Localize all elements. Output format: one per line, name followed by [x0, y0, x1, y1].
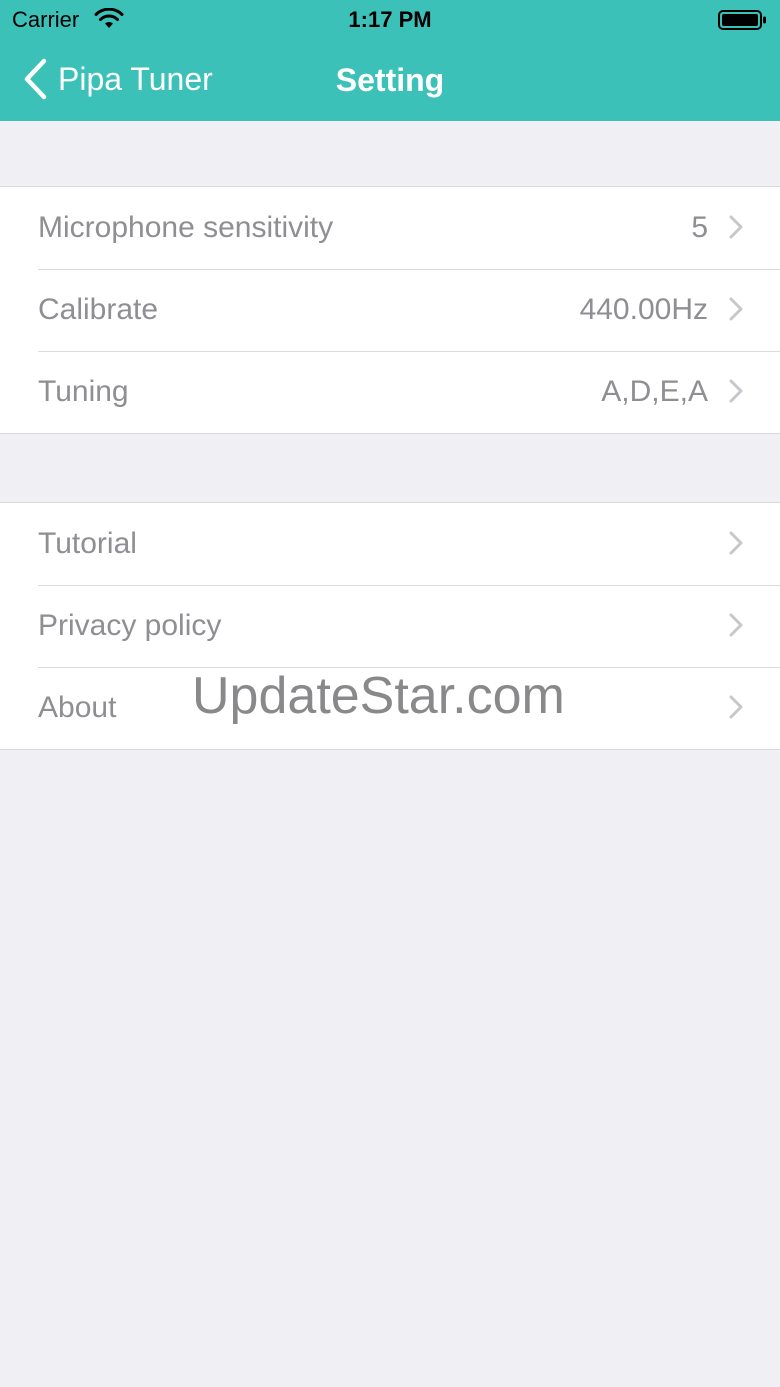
app-header: Carrier 1:17 PM Pipa Tuner Setting	[0, 0, 780, 121]
row-label: Calibrate	[38, 293, 159, 326]
chevron-right-icon	[729, 215, 743, 239]
row-value: 5	[691, 211, 708, 244]
navigation-bar: Pipa Tuner Setting	[0, 40, 780, 121]
row-label: Microphone sensitivity	[38, 211, 334, 244]
page-title: Setting	[335, 62, 445, 98]
settings-group-audio: Microphone sensitivity 5 Calibrate 440.0…	[0, 186, 780, 434]
chevron-right-icon	[729, 613, 743, 637]
row-privacy-policy[interactable]: Privacy policy	[0, 585, 780, 667]
row-label: Tuning	[38, 375, 129, 408]
row-value: A,D,E,A	[601, 375, 708, 408]
settings-group-info: Tutorial Privacy policy About	[0, 502, 780, 750]
status-bar: Carrier 1:17 PM	[0, 0, 780, 40]
chevron-right-icon	[729, 379, 743, 403]
row-microphone-sensitivity[interactable]: Microphone sensitivity 5	[0, 187, 780, 269]
row-tuning[interactable]: Tuning A,D,E,A	[0, 351, 780, 433]
row-label: Tutorial	[38, 527, 137, 560]
battery-icon	[718, 10, 766, 30]
row-tutorial[interactable]: Tutorial	[0, 503, 780, 585]
row-label: Privacy policy	[38, 609, 222, 642]
row-about[interactable]: About	[0, 667, 780, 749]
status-time: 1:17 PM	[348, 7, 432, 32]
row-label: About	[38, 691, 117, 724]
chevron-right-icon	[729, 297, 743, 321]
row-value: 440.00Hz	[579, 293, 708, 326]
chevron-right-icon	[729, 695, 743, 719]
chevron-right-icon	[729, 531, 743, 555]
row-calibrate[interactable]: Calibrate 440.00Hz	[0, 269, 780, 351]
